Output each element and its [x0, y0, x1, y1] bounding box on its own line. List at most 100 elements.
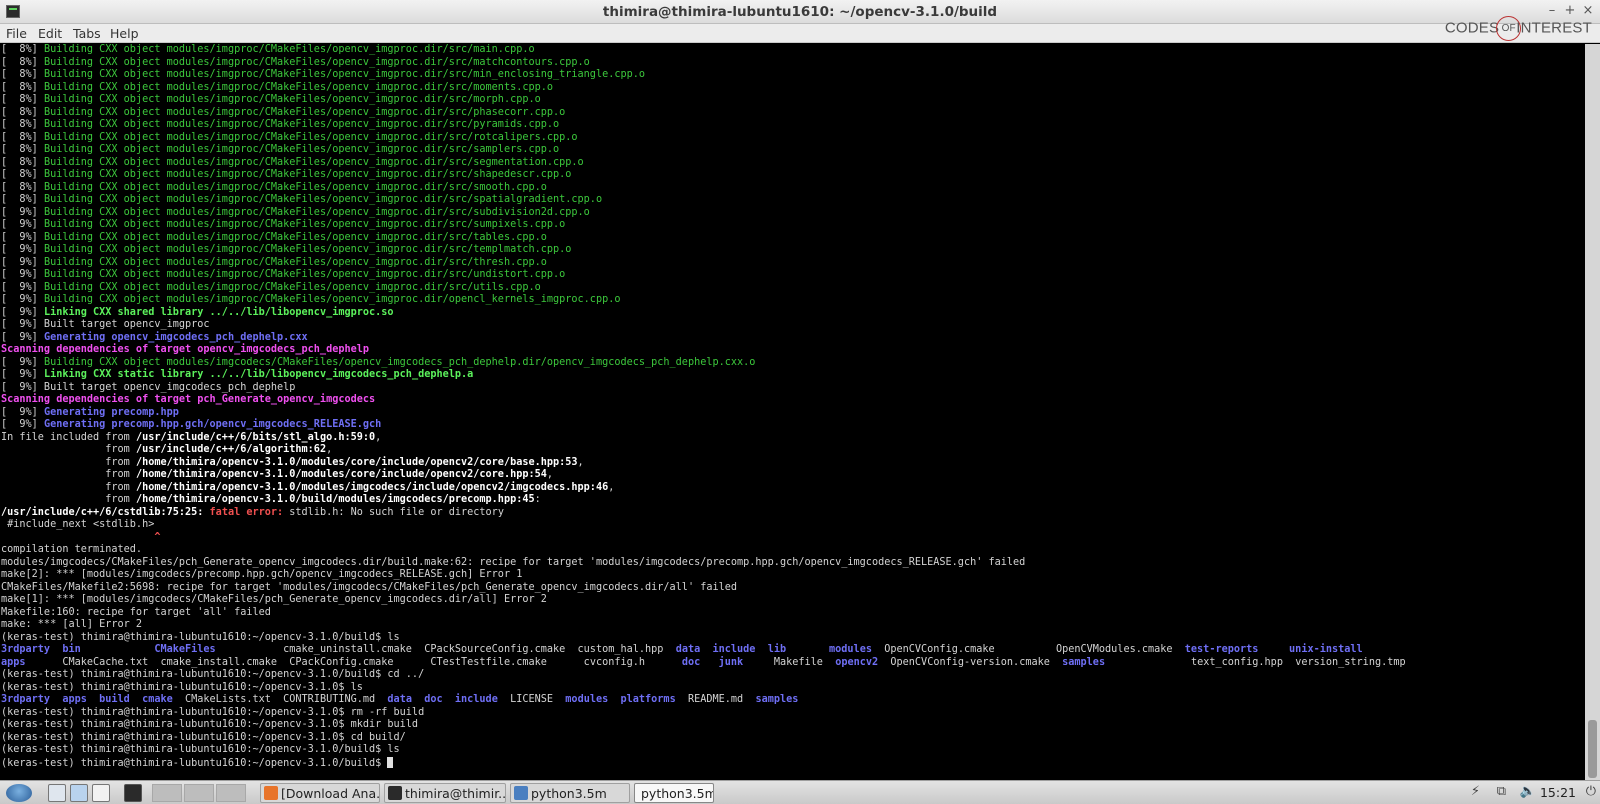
terminal-text: (keras-test) thimira@thimira-lubuntu1610… [1, 744, 400, 755]
terminal-text: /home/thimira/opencv-3.1.0/modules/core/… [135, 456, 578, 468]
terminal-text: Building CXX object modules/imgproc/CMak… [43, 44, 535, 55]
terminal-line: Scanning dependencies of target pch_Gene… [1, 394, 1585, 407]
terminal-text: cmake_uninstall.cmake CPackSourceConfig.… [215, 644, 676, 655]
terminal-text: from [1, 456, 136, 468]
logo-text-interest: INTEREST [1516, 19, 1592, 37]
terminal-text: modules/imgcodecs/CMakeFiles/pch_Generat… [1, 556, 1026, 568]
terminal-text: /home/thimira/opencv-3.1.0/modules/core/… [135, 469, 547, 480]
terminal-text: [ 9%] [1, 406, 44, 418]
terminal-text: [ 8%] [1, 169, 44, 180]
taskbar-task-firefox[interactable]: [Download Ana... [260, 783, 380, 803]
terminal-text: modules platforms [565, 694, 676, 705]
terminal-text: Building CXX object modules/imgproc/CMak… [43, 206, 590, 218]
terminal-line: In file included from /usr/include/c++/6… [1, 432, 1585, 445]
terminal-text: , [608, 481, 615, 493]
volume-icon[interactable]: 🔈 [1520, 784, 1536, 799]
terminal-text: samples [755, 694, 799, 705]
terminal-text: [ 9%] Built target opencv_imgcodecs_pch_… [1, 381, 296, 393]
terminal-line: #include_next <stdlib.h> [1, 519, 1585, 532]
terminal-line: [ 8%] Building CXX object modules/imgpro… [1, 69, 1585, 82]
terminal-line: (keras-test) thimira@thimira-lubuntu1610… [1, 632, 1585, 645]
terminal-launcher-icon[interactable] [124, 784, 142, 802]
terminal-line: [ 8%] Building CXX object modules/imgpro… [1, 119, 1585, 132]
menu-tabs[interactable]: Tabs [73, 26, 101, 41]
desktop-pager-1[interactable] [152, 784, 182, 802]
terminal-line: 3rdparty apps build cmake CMakeLists.txt… [1, 694, 1585, 707]
terminal-text: [ 8%] [1, 119, 44, 130]
terminal-line: (keras-test) thimira@thimira-lubuntu1610… [1, 756, 1585, 770]
taskbar-task-python[interactable]: python3.5m [634, 783, 714, 803]
terminal-line: [ 9%] Building CXX object modules/imgpro… [1, 232, 1585, 245]
terminal-text: [ 9%] [1, 294, 44, 305]
window-titlebar[interactable]: thimira@thimira-lubuntu1610: ~/opencv-3.… [0, 0, 1600, 24]
terminal-output[interactable]: [ 8%] Building CXX object modules/imgpro… [0, 44, 1585, 780]
terminal-text: [ 8%] [1, 94, 44, 105]
terminal-line: (keras-test) thimira@thimira-lubuntu1610… [1, 669, 1585, 682]
menu-help[interactable]: Help [110, 26, 139, 41]
taskbar: [Download Ana... thimira@thimir... pytho… [0, 780, 1600, 804]
terminal-text: Scanning dependencies of target opencv_i… [1, 344, 370, 355]
terminal-text: opencv2 [835, 656, 879, 668]
terminal-line: [ 9%] Built target opencv_imgproc [1, 319, 1585, 332]
terminal-text: (keras-test) thimira@thimira-lubuntu1610… [1, 706, 425, 718]
terminal-text: [ 8%] [1, 44, 44, 55]
clock[interactable]: 15:21 [1540, 785, 1576, 800]
shutdown-icon[interactable]: ⏻ [1586, 784, 1596, 799]
desktop-pager-3[interactable] [216, 784, 246, 802]
terminal-text: [ 9%] [1, 356, 44, 368]
terminal-line: [ 8%] Building CXX object modules/imgpro… [1, 182, 1585, 195]
terminal-line: make: *** [all] Error 2 [1, 619, 1585, 632]
terminal-line: (keras-test) thimira@thimira-lubuntu1610… [1, 719, 1585, 732]
taskbar-task-python-folder[interactable]: python3.5m [510, 783, 630, 803]
terminal-text: 3rdparty apps build cmake [1, 694, 173, 705]
terminal-line: from /home/thimira/opencv-3.1.0/modules/… [1, 469, 1585, 482]
terminal-line: [ 8%] Building CXX object modules/imgpro… [1, 144, 1585, 157]
terminal-text: [ 8%] [1, 106, 44, 118]
file-manager-launcher-icon[interactable] [48, 784, 66, 802]
terminal-text: Building CXX object modules/imgproc/CMak… [43, 244, 572, 255]
terminal-text: (keras-test) thimira@thimira-lubuntu1610… [1, 681, 363, 693]
terminal-line: [ 8%] Building CXX object modules/imgpro… [1, 132, 1585, 145]
terminal-text: Building CXX object modules/imgproc/CMak… [43, 269, 566, 280]
task-label: python3.5m [531, 786, 607, 801]
menu-file[interactable]: File [6, 26, 27, 41]
terminal-line: ^ [1, 532, 1585, 545]
terminal-text: In file included from [1, 431, 136, 443]
task-label: thimira@thimir... [405, 786, 506, 801]
menu-edit[interactable]: Edit [38, 26, 62, 41]
terminal-text: doc junk [681, 656, 744, 668]
terminal-text: /usr/include/c++/6/algorithm:62 [135, 444, 327, 455]
terminal-line: [ 8%] Building CXX object modules/imgpro… [1, 82, 1585, 95]
terminal-line: [ 9%] Building CXX object modules/imgpro… [1, 244, 1585, 257]
show-desktop-icon[interactable] [92, 784, 110, 802]
terminal-text: Building CXX object modules/imgcodecs/CM… [43, 356, 756, 368]
scrollbar-thumb[interactable] [1588, 720, 1597, 778]
terminal-text: #include_next <stdlib.h> [1, 519, 155, 530]
network-icon[interactable]: ⧉ [1497, 784, 1506, 799]
terminal-line: from /home/thimira/opencv-3.1.0/modules/… [1, 457, 1585, 470]
terminal-text: Building CXX object modules/imgproc/CMak… [43, 194, 603, 205]
browser-launcher-icon[interactable] [70, 784, 88, 802]
terminal-text: [ 8%] [1, 144, 44, 155]
terminal-text: Generating opencv_imgcodecs_pch_dephelp.… [43, 331, 308, 343]
terminal-text: /usr/include/c++/6/bits/stl_algo.h:59:0 [135, 431, 376, 443]
terminal-text: from [1, 494, 136, 505]
terminal-text: [ 9%] [1, 206, 44, 218]
terminal-scrollbar[interactable] [1585, 44, 1600, 780]
power-icon-tray[interactable]: ⚡ [1471, 784, 1480, 799]
terminal-line: [ 9%] Building CXX object modules/imgpro… [1, 294, 1585, 307]
taskbar-task-terminal[interactable]: thimira@thimir... [384, 783, 506, 803]
terminal-line: compilation terminated. [1, 544, 1585, 557]
terminal-text: ^ [1, 531, 161, 543]
desktop-pager-2[interactable] [184, 784, 214, 802]
terminal-line: [ 9%] Generating precomp.hpp.gch/opencv_… [1, 419, 1585, 432]
terminal-line: make[1]: *** [modules/imgcodecs/CMakeFil… [1, 594, 1585, 607]
terminal-text: data doc include [387, 694, 498, 705]
terminal-text: CMakeCache.txt cmake_install.cmake CPack… [25, 656, 682, 668]
start-menu-button[interactable] [6, 784, 32, 802]
terminal-text: README.md [675, 694, 756, 705]
terminal-text: [ 8%] [1, 131, 44, 143]
terminal-text: : [534, 494, 541, 505]
terminal-line: /usr/include/c++/6/cstdlib:75:25: fatal … [1, 507, 1585, 520]
firefox-icon [264, 786, 278, 800]
